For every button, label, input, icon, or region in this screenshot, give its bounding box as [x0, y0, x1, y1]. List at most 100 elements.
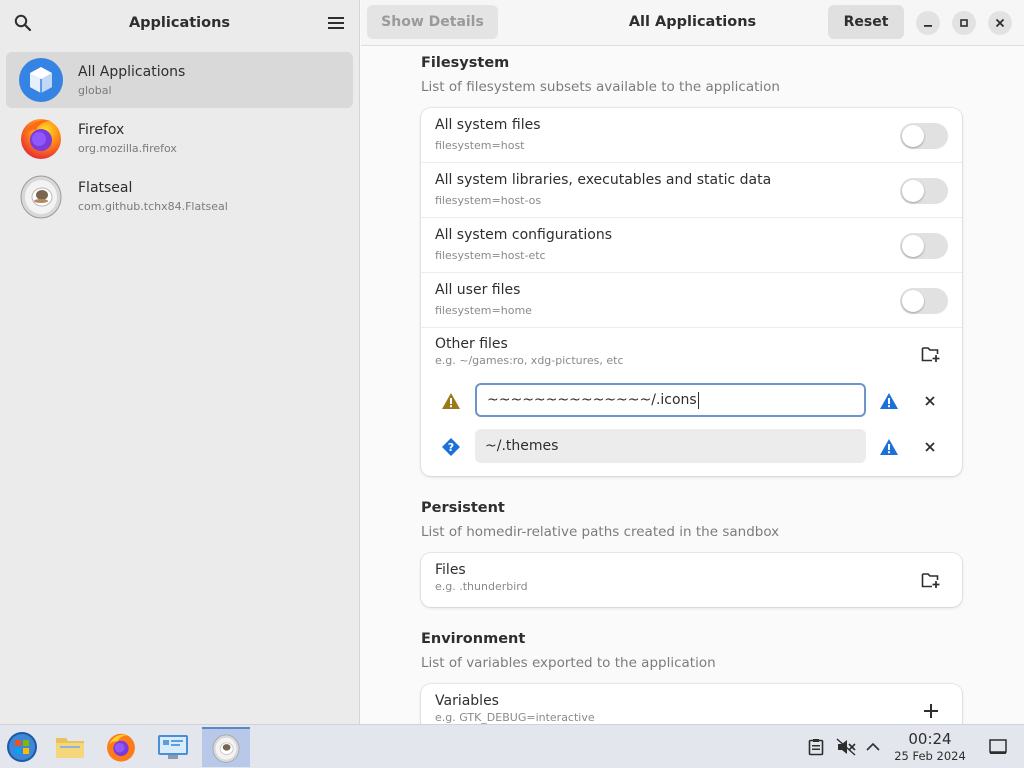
app-name: Firefox [78, 121, 125, 138]
start-orb-icon [7, 732, 37, 762]
warning-icon [442, 393, 460, 409]
filesystem-host-toggle[interactable] [900, 123, 948, 149]
environment-variables-title: Variables [435, 693, 499, 709]
entry-text: ~/.themes [485, 438, 559, 454]
row-subtitle: filesystem=home [435, 304, 532, 317]
search-button[interactable] [12, 12, 34, 34]
add-variable-button[interactable] [920, 700, 942, 722]
menu-button[interactable] [325, 12, 347, 34]
remove-entry-button[interactable] [920, 437, 940, 457]
warning-icon[interactable] [879, 437, 899, 457]
persistent-section-title: Persistent [421, 500, 505, 516]
reset-button[interactable]: Reset [828, 5, 904, 39]
svg-text:?: ? [448, 441, 454, 454]
filesystem-card: All system files filesystem=host All sys… [421, 108, 962, 476]
tray-expand-button[interactable] [853, 727, 893, 767]
firefox-icon [107, 733, 135, 762]
folder-icon [56, 738, 84, 758]
clock-date: 25 Feb 2024 [894, 749, 966, 763]
row-subtitle: filesystem=host-etc [435, 249, 546, 262]
filesystem-host-os-toggle[interactable] [900, 178, 948, 204]
app-id: org.mozilla.firefox [78, 141, 177, 155]
environment-variables-placeholder: e.g. GTK_DEBUG=interactive [435, 711, 595, 724]
filesystem-row-host-etc: All system configurations filesystem=hos… [421, 218, 962, 273]
notifications-icon [989, 739, 1007, 754]
maximize-icon [960, 19, 968, 27]
control-panel-icon [158, 735, 188, 759]
taskbar-control-panel[interactable] [153, 727, 193, 767]
taskbar-flatseal[interactable] [202, 727, 250, 767]
other-files-row: Other files e.g. ~/games:ro, xdg-picture… [421, 328, 962, 476]
close-icon [925, 442, 935, 452]
other-files-title: Other files [435, 336, 508, 352]
firefox-icon [18, 115, 64, 161]
close-icon [925, 396, 935, 406]
other-file-entry-input[interactable]: ~/.themes [475, 429, 866, 463]
persistent-files-placeholder: e.g. .thunderbird [435, 580, 528, 593]
other-file-entry-row: ~~~~~~~~~~~~~~/.icons [421, 381, 962, 421]
row-title: All system libraries, executables and st… [435, 172, 772, 188]
taskbar-clock[interactable]: 00:24 25 Feb 2024 [890, 730, 970, 763]
clock-time: 00:24 [908, 730, 952, 748]
persistent-files-title: Files [435, 562, 466, 578]
app-item-firefox[interactable]: Firefox org.mozilla.firefox [6, 110, 353, 166]
row-title: All system configurations [435, 227, 613, 243]
row-title: All user files [435, 282, 521, 298]
app-list: All Applications global Firefox org.mozi… [0, 46, 359, 232]
content-scroll-area[interactable]: Filesystem List of filesystem subsets av… [361, 47, 1024, 724]
taskbar-file-manager[interactable] [50, 727, 90, 767]
filesystem-row-host: All system files filesystem=host [421, 108, 962, 163]
taskbar-firefox[interactable] [101, 727, 141, 767]
minimize-icon [924, 25, 932, 27]
clipboard-icon [808, 739, 824, 756]
minimize-button[interactable] [916, 11, 940, 35]
chevron-up-icon [866, 742, 880, 751]
row-title: All system files [435, 117, 541, 133]
persistent-files-row: Files e.g. .thunderbird [421, 553, 962, 607]
close-icon [995, 18, 1005, 28]
sidebar-header: Applications [0, 0, 359, 46]
app-name: All Applications [78, 63, 186, 80]
warning-icon[interactable] [879, 391, 899, 411]
filesystem-home-toggle[interactable] [900, 288, 948, 314]
other-file-entry-input[interactable]: ~~~~~~~~~~~~~~/.icons [475, 383, 866, 417]
app-item-flatseal[interactable]: Flatseal com.github.tchx84.Flatseal [6, 168, 353, 224]
add-other-file-button[interactable] [920, 343, 942, 365]
filesystem-section-title: Filesystem [421, 55, 510, 71]
entry-text: ~~~~~~~~~~~~~~/.icons [487, 392, 697, 408]
taskbar: 00:24 25 Feb 2024 [0, 724, 1024, 768]
app-id: global [78, 83, 112, 97]
environment-section-title: Environment [421, 631, 526, 647]
start-menu-button[interactable] [2, 727, 42, 767]
help-icon: ? [442, 438, 460, 456]
app-id: com.github.tchx84.Flatseal [78, 199, 228, 213]
app-item-all-applications[interactable]: All Applications global [6, 52, 353, 108]
remove-entry-button[interactable] [920, 391, 940, 411]
flatseal-icon [212, 734, 240, 763]
sidebar: Applications All Applications global Fir… [0, 0, 360, 724]
filesystem-host-etc-toggle[interactable] [900, 233, 948, 259]
all-applications-icon [18, 57, 64, 103]
main-header: Show Details All Applications Reset [361, 0, 1024, 46]
folder-add-icon [921, 573, 940, 588]
close-button[interactable] [988, 11, 1012, 35]
add-persistent-file-button[interactable] [920, 569, 942, 591]
environment-variables-row: Variables e.g. GTK_DEBUG=interactive [421, 684, 962, 724]
maximize-button[interactable] [952, 11, 976, 35]
show-desktop-button[interactable] [978, 727, 1018, 767]
show-details-button[interactable]: Show Details [367, 5, 498, 39]
environment-card: Variables e.g. GTK_DEBUG=interactive [421, 684, 962, 724]
environment-section-subtitle: List of variables exported to the applic… [421, 655, 716, 671]
search-icon [14, 14, 32, 32]
other-file-entry-row: ? ~/.themes [421, 427, 962, 467]
persistent-section-subtitle: List of homedir-relative paths created i… [421, 524, 780, 540]
persistent-card: Files e.g. .thunderbird [421, 553, 962, 607]
other-files-placeholder: e.g. ~/games:ro, xdg-pictures, etc [435, 354, 624, 367]
sidebar-title: Applications [128, 15, 231, 31]
filesystem-section-subtitle: List of filesystem subsets available to … [421, 79, 780, 95]
app-name: Flatseal [78, 179, 133, 196]
filesystem-row-host-os: All system libraries, executables and st… [421, 163, 962, 218]
flatseal-icon [18, 173, 64, 219]
row-subtitle: filesystem=host [435, 139, 525, 152]
folder-add-icon [921, 347, 940, 362]
